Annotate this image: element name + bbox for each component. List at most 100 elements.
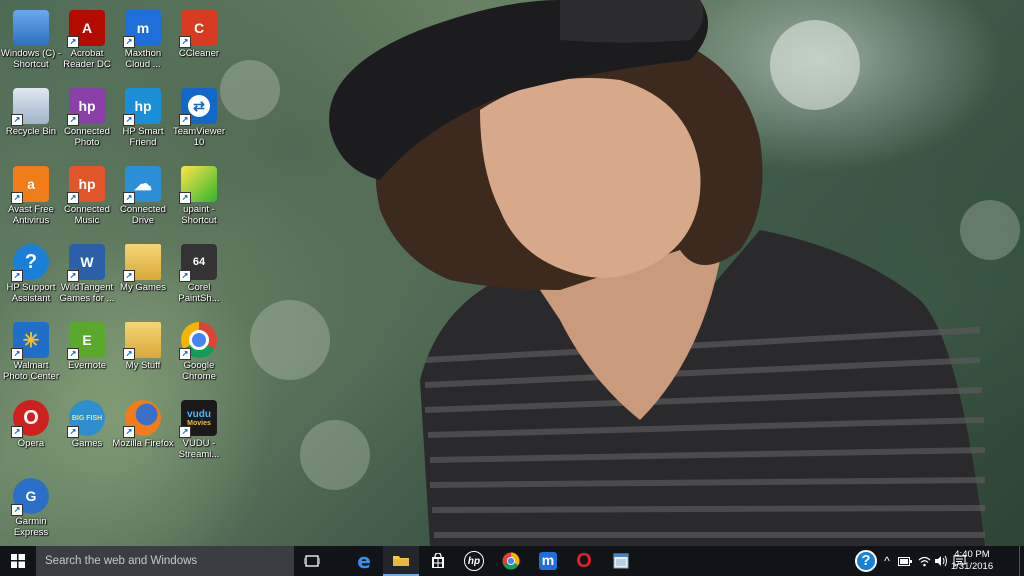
desktop-icon[interactable]: C ↗ CCleaner <box>168 4 230 78</box>
desktop-icon[interactable]: a ↗ Avast Free Antivirus <box>0 160 62 234</box>
opera-icon: O <box>576 549 592 572</box>
desktop-icon[interactable]: ↗ upaint - Shortcut <box>168 160 230 234</box>
desktop-icon[interactable]: hp ↗ Connected Photo <box>56 82 118 156</box>
wildtangent-icon: W ↗ <box>67 244 105 282</box>
desktop-icon-label: Games <box>71 438 103 449</box>
shortcut-arrow-icon: ↗ <box>67 426 79 438</box>
battery-tray-button[interactable] <box>896 546 914 576</box>
opera-button[interactable]: O <box>566 546 602 576</box>
connected-music-icon: hp ↗ <box>67 166 105 204</box>
desktop-icon[interactable]: G ↗ Garmin Express <box>0 472 62 546</box>
avast-icon: a ↗ <box>11 166 49 204</box>
desktop-icon-label: Connected Drive <box>120 204 166 226</box>
shortcut-arrow-icon: ↗ <box>179 426 191 438</box>
recycle-bin-icon: ↗ <box>11 88 49 126</box>
shortcut-arrow-icon: ↗ <box>179 192 191 204</box>
chrome-icon <box>502 552 520 570</box>
walmart-icon: ✳ ↗ <box>11 322 49 360</box>
big-fish-games-icon: BIG FISH ↗ <box>67 400 105 438</box>
desktop-icon[interactable]: A ↗ Acrobat Reader DC <box>56 4 118 78</box>
desktop-wallpaper: Windows (C) - Shortcut A ↗ Acrobat Reader D… <box>0 0 1024 546</box>
desktop-icon[interactable]: O ↗ Opera <box>0 394 62 468</box>
hp-button[interactable]: hp <box>456 546 492 576</box>
shortcut-arrow-icon: ↗ <box>123 426 135 438</box>
desktop-icon-label: CCleaner <box>178 48 220 59</box>
shortcut-arrow-icon: ↗ <box>179 348 191 360</box>
ccleaner-icon: C ↗ <box>179 10 217 48</box>
search-box[interactable]: Search the web and Windows <box>36 546 294 576</box>
folder-icon <box>393 556 409 566</box>
connected-photo-icon: hp ↗ <box>67 88 105 126</box>
shortcut-arrow-icon: ↗ <box>179 114 191 126</box>
store-icon <box>432 553 444 568</box>
show-hidden-icons-button[interactable]: ^ <box>880 546 894 576</box>
desktop-icon-label: Opera <box>17 438 45 449</box>
clock-time: 4:40 PM <box>954 549 990 560</box>
desktop-icon-label: Acrobat Reader DC <box>63 48 111 70</box>
shortcut-arrow-icon: ↗ <box>11 504 23 516</box>
maxthon-icon: m ↗ <box>123 10 161 48</box>
desktop-icon-label: Walmart Photo Center <box>3 360 59 382</box>
system-clock[interactable]: 4:40 PM 1/31/2016 <box>948 549 996 573</box>
start-button[interactable] <box>0 546 36 576</box>
hp-support-tray-button[interactable]: ? <box>853 546 879 576</box>
shortcut-arrow-icon: ↗ <box>123 36 135 48</box>
desktop-icon[interactable]: hp ↗ HP Smart Friend <box>112 82 174 156</box>
upaint-icon: ↗ <box>179 166 217 204</box>
chrome-button[interactable] <box>493 546 529 576</box>
evernote-icon: E ↗ <box>67 322 105 360</box>
shortcut-arrow-icon: ↗ <box>11 270 23 282</box>
garmin-icon: G ↗ <box>11 478 49 516</box>
show-desktop-button[interactable] <box>1019 546 1024 576</box>
desktop-icon[interactable]: E ↗ Evernote <box>56 316 118 390</box>
desktop-icon[interactable]: ☁ ↗ Connected Drive <box>112 160 174 234</box>
desktop-icon-label: Windows (C) - Shortcut <box>0 48 62 70</box>
desktop-icon[interactable]: ↗ Recycle Bin <box>0 82 62 156</box>
desktop-icon-label: Connected Music <box>64 204 110 226</box>
file-explorer-button[interactable] <box>383 546 419 576</box>
shortcut-arrow-icon: ↗ <box>123 114 135 126</box>
desktop-icon[interactable]: W ↗ WildTangent Games for ... <box>56 238 118 312</box>
shortcut-arrow-icon: ↗ <box>123 348 135 360</box>
desktop-icon[interactable]: Windows (C) - Shortcut <box>0 4 62 78</box>
shortcut-arrow-icon: ↗ <box>179 36 191 48</box>
desktop-icon[interactable]: ↗ My Games <box>112 238 174 312</box>
desktop-icon[interactable]: ↗ Google Chrome <box>168 316 230 390</box>
desktop-icon[interactable]: ⇄ ↗ TeamViewer 10 <box>168 82 230 156</box>
desktop-icon[interactable]: ↗ My Stuff <box>112 316 174 390</box>
edge-button[interactable]: e <box>346 546 382 576</box>
maxthon-button[interactable]: m <box>530 546 566 576</box>
hp-smart-friend-icon: hp ↗ <box>123 88 161 126</box>
window-app-icon <box>613 553 629 569</box>
folder-icon: ↗ <box>123 322 161 360</box>
desktop-icon[interactable]: hp ↗ Connected Music <box>56 160 118 234</box>
desktop-icon-label: Corel PaintSh... <box>178 282 220 304</box>
shortcut-arrow-icon: ↗ <box>11 348 23 360</box>
desktop-icon-label: VUDU - Streami... <box>178 438 220 460</box>
chevron-up-icon: ^ <box>884 554 890 568</box>
desktop-icon-label: Google Chrome <box>182 360 216 382</box>
desktop-icon[interactable]: m ↗ Maxthon Cloud ... <box>112 4 174 78</box>
task-view-button[interactable] <box>294 546 330 576</box>
shortcut-arrow-icon: ↗ <box>123 270 135 282</box>
desktop-icon[interactable]: vudu Movies ↗ VUDU - Streami... <box>168 394 230 468</box>
store-button[interactable] <box>420 546 456 576</box>
desktop-icon[interactable]: BIG FISH ↗ Games <box>56 394 118 468</box>
desktop-icon[interactable]: ? ↗ HP Support Assistant <box>0 238 62 312</box>
edge-icon: e <box>357 549 371 573</box>
network-tray-button[interactable] <box>915 546 933 576</box>
desktop-icon[interactable]: 64 ↗ Corel PaintSh... <box>168 238 230 312</box>
desktop-icon-label: upaint - Shortcut <box>181 204 217 226</box>
app-button[interactable] <box>603 546 639 576</box>
chrome-icon: ↗ <box>179 322 217 360</box>
desktop-icon[interactable]: ↗ Mozilla Firefox <box>112 394 174 468</box>
opera-icon: O ↗ <box>11 400 49 438</box>
wifi-icon <box>918 556 930 567</box>
desktop-icon[interactable]: ✳ ↗ Walmart Photo Center <box>0 316 62 390</box>
desktop-icon-label: Recycle Bin <box>5 126 57 137</box>
volume-tray-button[interactable] <box>933 546 949 576</box>
shortcut-arrow-icon: ↗ <box>67 348 79 360</box>
desktop-icon-label: Mozilla Firefox <box>112 438 174 449</box>
desktop-icon-label: Avast Free Antivirus <box>8 204 54 226</box>
task-view-icon <box>304 555 320 567</box>
